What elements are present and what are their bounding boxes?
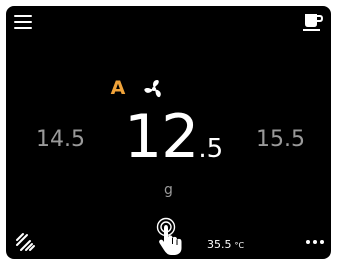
grind-unit-label: g [164, 182, 173, 198]
device-screen: A 14.5 12.5 15.5 g 35.5 °C [6, 6, 331, 259]
next-grind-value[interactable]: 15.5 [256, 127, 305, 153]
current-grind-value: 12.5 [124, 102, 223, 187]
grind-icon[interactable] [15, 232, 37, 252]
auto-mode-letter: A [110, 77, 126, 99]
more-dots-icon[interactable] [305, 234, 325, 248]
current-grind-integer: 12 [124, 102, 199, 172]
fan-icon [143, 78, 165, 100]
previous-grind-value[interactable]: 14.5 [36, 127, 85, 153]
touch-hand-icon[interactable] [156, 217, 190, 257]
coffee-cup-icon[interactable] [303, 12, 324, 32]
temperature-readout: 35.5 °C [207, 238, 244, 251]
temperature-value: 35.5 [207, 238, 232, 251]
current-grind-decimal: .5 [198, 134, 224, 164]
hamburger-menu-icon[interactable] [14, 15, 32, 29]
temperature-unit: °C [234, 241, 245, 250]
